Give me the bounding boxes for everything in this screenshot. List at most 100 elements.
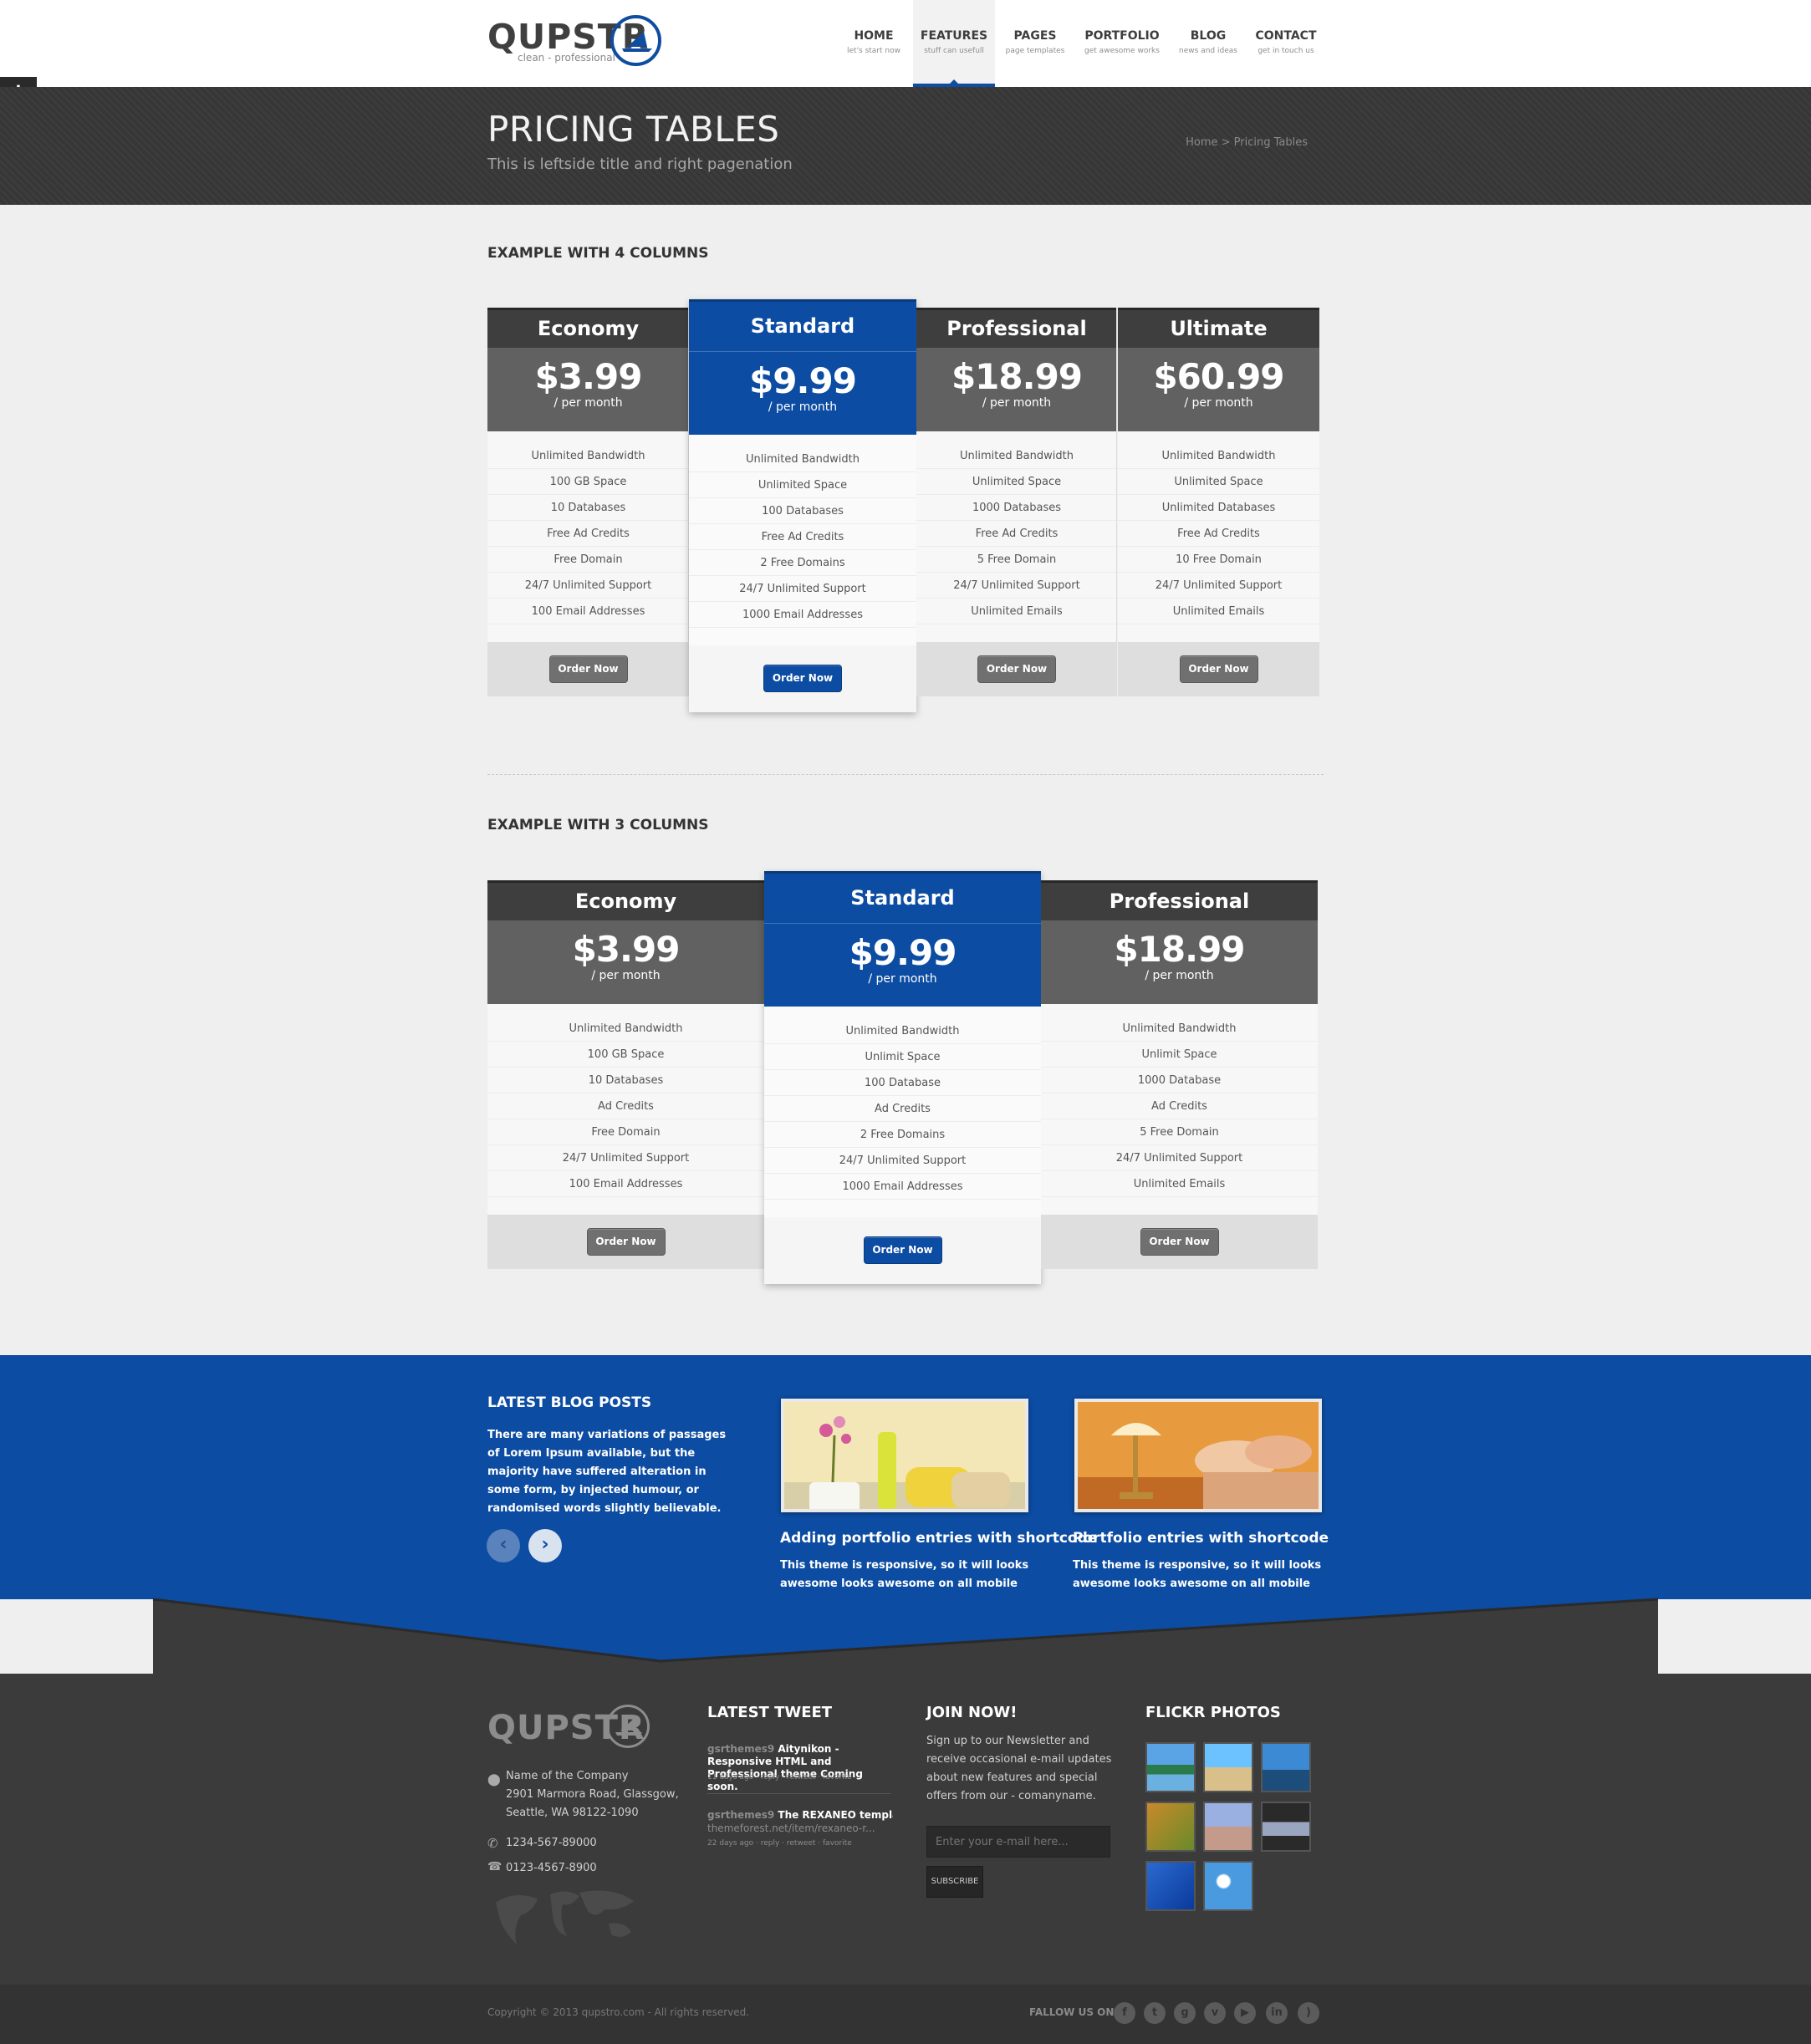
plan-price: $9.99 (749, 360, 857, 401)
nav-pages-label: PAGES (1013, 29, 1057, 43)
plan-features: Unlimited Bandwidth 100 GB Space 10 Databa… (487, 1004, 764, 1215)
logo-tagline: clean - professional (518, 52, 615, 64)
nav-portfolio[interactable]: PORTFOLIO get awesome works (1084, 0, 1161, 87)
plan-per-month: / per month (554, 396, 623, 410)
post-thumbnail-room[interactable] (1074, 1399, 1322, 1512)
active-caret-icon (950, 79, 958, 84)
flickr-photo-4[interactable] (1145, 1802, 1196, 1852)
plan-price-box: $9.99/ per month (764, 923, 1041, 1007)
flickr-photo-7[interactable] (1145, 1861, 1196, 1911)
post-thumbnail-spa[interactable] (781, 1399, 1028, 1512)
site-header: QUPSTR clean - professional HOME let's s… (0, 0, 1811, 87)
order-now-button[interactable]: Order Now (1140, 1227, 1219, 1256)
blog-intro: There are many variations of passages of… (487, 1429, 727, 1515)
plan-name: Standard (764, 871, 1041, 923)
plan-feature: Free Domain (487, 1119, 764, 1145)
pricing-column: Professional $18.99/ per month Unlimited B… (1041, 880, 1318, 1269)
plan-footer: Order Now (487, 1215, 764, 1269)
flickr-photo-2[interactable] (1203, 1742, 1253, 1792)
plan-name: Ultimate (1118, 308, 1319, 348)
order-now-button[interactable]: Order Now (863, 1236, 942, 1264)
nav-portfolio-sub: get awesome works (1084, 47, 1160, 55)
twitter-icon[interactable]: t (1144, 2002, 1166, 2024)
order-now-button[interactable]: Order Now (1179, 655, 1258, 683)
pricing-column: Economy $3.99/ per month Unlimited Bandwid… (487, 880, 764, 1269)
plan-feature: 1000 Email Addresses (764, 1174, 1041, 1200)
address-line-3: Seattle, WA 98122-1090 (506, 1807, 639, 1819)
prev-arrow-icon[interactable]: ‹ (487, 1529, 520, 1562)
plan-footer: Order Now (1041, 1215, 1318, 1269)
flickr-photo-6[interactable] (1261, 1802, 1311, 1852)
plan-price: $18.99 (951, 356, 1083, 397)
rss-icon[interactable]: ) (1298, 2002, 1319, 2024)
youtube-icon[interactable]: ▶ (1234, 2002, 1256, 2024)
plan-name: Economy (487, 880, 764, 920)
plan-feature: Free Domain (487, 547, 689, 573)
newsletter-email-input[interactable] (926, 1826, 1110, 1858)
flickr-photo-8[interactable] (1203, 1861, 1253, 1911)
tweet-1-meta[interactable]: 11 days ago · reply · retweet · favorite (707, 1773, 852, 1781)
nav-pages-sub: page templates (1005, 47, 1065, 55)
google-plus-icon[interactable]: g (1174, 2002, 1196, 2024)
fax-icon: ☎ (487, 1860, 502, 1873)
plan-feature: Unlimited Bandwidth (916, 443, 1117, 469)
vimeo-icon[interactable]: v (1204, 2002, 1226, 2024)
tweet-2-text: The REXANEO template o (778, 1809, 893, 1821)
plan-footer: Order Now (764, 1217, 1041, 1284)
order-now-button[interactable]: Order Now (548, 655, 628, 683)
plan-feature: 24/7 Unlimited Support (916, 573, 1117, 599)
phone-icon: ✆ (487, 1836, 498, 1851)
location-pin-icon: ⬤ (487, 1773, 501, 1787)
plan-feature: 10 Free Domain (1118, 547, 1319, 573)
nav-home[interactable]: HOME let's start now (844, 0, 903, 87)
tweet-2-meta[interactable]: 22 days ago · reply · retweet · favorite (707, 1839, 852, 1848)
plan-feature: 5 Free Domain (1041, 1119, 1318, 1145)
next-arrow-icon[interactable]: › (528, 1529, 562, 1562)
nav-home-sub: let's start now (847, 47, 900, 55)
plan-feature: Ad Credits (487, 1093, 764, 1119)
plan-features: Unlimited Bandwidth Unlimit Space 1000 Dat… (1041, 1004, 1318, 1215)
plan-price-box: $3.99/ per month (487, 920, 764, 1004)
nav-blog[interactable]: BLOG news and ideas (1177, 0, 1239, 87)
linkedin-icon[interactable]: in (1266, 2002, 1288, 2024)
tweet-heading: LATEST TWEET (707, 1704, 833, 1721)
flickr-photo-5[interactable] (1203, 1802, 1253, 1852)
plan-features: Unlimited Bandwidth Unlimited Space 1000 D… (916, 431, 1117, 642)
facebook-icon[interactable]: f (1114, 2002, 1135, 2024)
tweet-2-user[interactable]: gsrthemes9 (707, 1809, 774, 1821)
plan-price-box: $18.99/ per month (916, 348, 1117, 431)
flickr-photo-3[interactable] (1261, 1742, 1311, 1792)
plan-feature: 5 Free Domain (916, 547, 1117, 573)
plan-price-box: $9.99/ per month (689, 351, 916, 435)
plan-feature: 10 Databases (487, 1068, 764, 1093)
plan-feature: 24/7 Unlimited Support (487, 573, 689, 599)
plan-feature: 1000 Databases (916, 495, 1117, 521)
pricing-column: Economy $3.99/ per month Unlimited Bandwid… (487, 308, 689, 696)
plan-feature: Unlimited Emails (1118, 599, 1319, 624)
plan-feature: Unlimited Bandwidth (487, 443, 689, 469)
nav-contact[interactable]: CONTACT get in touch us (1254, 0, 1318, 87)
plan-feature: 2 Free Domains (764, 1122, 1041, 1148)
tweet-2-link[interactable]: themeforest.net/item/rexaneo-r... (707, 1822, 875, 1835)
plan-price: $9.99 (849, 932, 957, 973)
nav-features[interactable]: FEATURES stuff can usefull (913, 0, 995, 87)
flickr-photo-1[interactable] (1145, 1742, 1196, 1792)
plan-feature: Ad Credits (1041, 1093, 1318, 1119)
order-now-button[interactable]: Order Now (586, 1227, 666, 1256)
tweet-1-user[interactable]: gsrthemes9 (707, 1743, 774, 1755)
nav-contact-sub: get in touch us (1257, 47, 1314, 55)
plan-feature: 10 Databases (487, 495, 689, 521)
subscribe-button[interactable]: SUBSCRIBE (926, 1866, 983, 1898)
post-title-2[interactable]: Portfolio entries with shortcode (1073, 1530, 1329, 1547)
nav-contact-label: CONTACT (1255, 29, 1317, 43)
site-logo[interactable]: QUPSTR clean - professional (487, 15, 663, 67)
order-now-button[interactable]: Order Now (763, 665, 842, 692)
nav-pages[interactable]: PAGES page templates (1003, 0, 1067, 87)
breadcrumb[interactable]: Home > Pricing Tables (1186, 136, 1308, 149)
plan-features: Unlimited Bandwidth Unlimited Space 100 Da… (689, 435, 916, 645)
nav-blog-label: BLOG (1190, 29, 1227, 43)
plan-per-month: / per month (1145, 969, 1214, 982)
post-title-1[interactable]: Adding portfolio entries with shortcode (780, 1530, 1097, 1547)
order-now-button[interactable]: Order Now (977, 655, 1056, 683)
nav-home-label: HOME (854, 29, 894, 43)
